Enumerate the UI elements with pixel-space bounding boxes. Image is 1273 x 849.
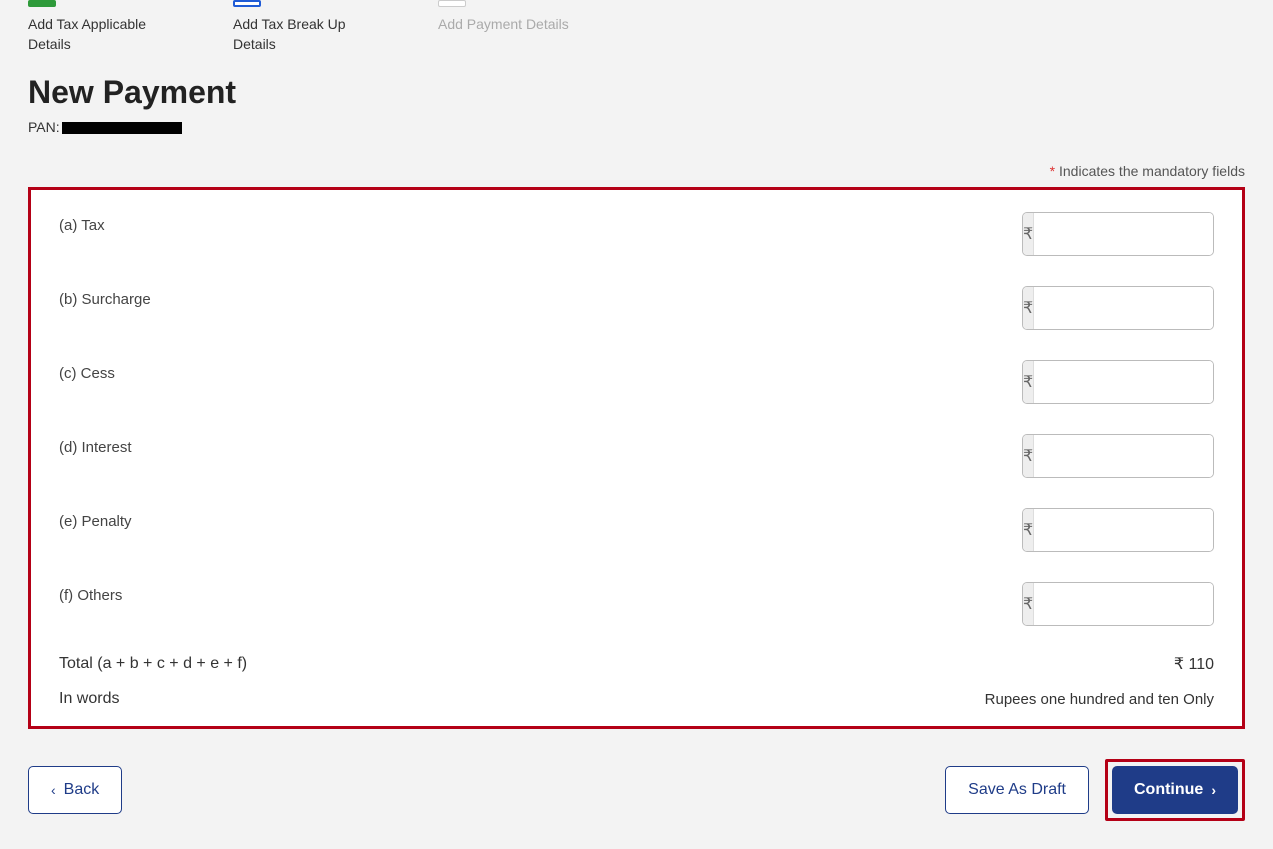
input-group-penalty: ₹ [1022, 508, 1214, 552]
page-title: New Payment [28, 74, 1245, 111]
continue-highlight: Continue › [1105, 759, 1245, 821]
pan-label: PAN: [28, 119, 60, 135]
save-draft-label: Save As Draft [968, 781, 1066, 799]
label-surcharge: (b) Surcharge [59, 286, 151, 308]
continue-label: Continue [1134, 781, 1203, 799]
label-interest: (d) Interest [59, 434, 132, 456]
step-tax-applicable[interactable]: Add Tax Applicable Details [28, 0, 178, 54]
input-group-others: ₹ [1022, 582, 1214, 626]
total-row: Total (a + b + c + d + e + f) ₹ 110 [59, 654, 1214, 674]
label-penalty: (e) Penalty [59, 508, 132, 530]
pan-redacted [62, 122, 182, 134]
step-label: Add Tax Applicable Details [28, 15, 178, 54]
row-cess: (c) Cess ₹ [59, 360, 1214, 404]
words-label: In words [59, 690, 119, 708]
rupee-icon: ₹ [1023, 435, 1034, 477]
rupee-icon: ₹ [1023, 583, 1034, 625]
back-label: Back [64, 781, 100, 799]
label-tax: (a) Tax [59, 212, 105, 234]
step-tax-breakup[interactable]: Add Tax Break Up Details [233, 0, 383, 54]
total-label: Total (a + b + c + d + e + f) [59, 655, 247, 673]
continue-button[interactable]: Continue › [1112, 766, 1238, 814]
rupee-icon: ₹ [1023, 287, 1034, 329]
step-label: Add Payment Details [438, 15, 588, 35]
input-group-surcharge: ₹ [1022, 286, 1214, 330]
back-button[interactable]: ‹ Back [28, 766, 122, 814]
tax-input[interactable] [1034, 213, 1214, 255]
words-row: In words Rupees one hundred and ten Only [59, 690, 1214, 708]
input-group-cess: ₹ [1022, 360, 1214, 404]
surcharge-input[interactable] [1034, 287, 1214, 329]
interest-input[interactable] [1034, 435, 1214, 477]
cess-input[interactable] [1034, 361, 1214, 403]
step-indicator-complete-icon [28, 0, 56, 7]
step-indicator-current-icon [233, 0, 261, 7]
row-surcharge: (b) Surcharge ₹ [59, 286, 1214, 330]
row-others: (f) Others ₹ [59, 582, 1214, 626]
step-payment-details: Add Payment Details [438, 0, 588, 54]
mandatory-text: Indicates the mandatory fields [1059, 163, 1245, 179]
mandatory-note: * Indicates the mandatory fields [28, 163, 1245, 179]
rupee-icon: ₹ [1023, 509, 1034, 551]
row-interest: (d) Interest ₹ [59, 434, 1214, 478]
save-draft-button[interactable]: Save As Draft [945, 766, 1089, 814]
words-value: Rupees one hundred and ten Only [985, 691, 1214, 708]
row-tax: (a) Tax ₹ [59, 212, 1214, 256]
stepper: Add Tax Applicable Details Add Tax Break… [28, 0, 1245, 54]
step-label: Add Tax Break Up Details [233, 15, 383, 54]
pan-row: PAN: [28, 119, 1245, 135]
input-group-tax: ₹ [1022, 212, 1214, 256]
input-group-interest: ₹ [1022, 434, 1214, 478]
tax-breakup-panel: (a) Tax ₹ (b) Surcharge ₹ (c) Cess ₹ (d)… [28, 187, 1245, 729]
rupee-icon: ₹ [1023, 213, 1034, 255]
chevron-left-icon: ‹ [51, 782, 56, 798]
others-input[interactable] [1034, 583, 1214, 625]
action-bar: ‹ Back Save As Draft Continue › [28, 759, 1245, 821]
asterisk-icon: * [1050, 163, 1055, 179]
step-indicator-upcoming-icon [438, 0, 466, 7]
label-others: (f) Others [59, 582, 122, 604]
label-cess: (c) Cess [59, 360, 115, 382]
total-value: ₹ 110 [1174, 654, 1214, 674]
chevron-right-icon: › [1211, 782, 1216, 798]
row-penalty: (e) Penalty ₹ [59, 508, 1214, 552]
penalty-input[interactable] [1034, 509, 1214, 551]
rupee-icon: ₹ [1023, 361, 1034, 403]
